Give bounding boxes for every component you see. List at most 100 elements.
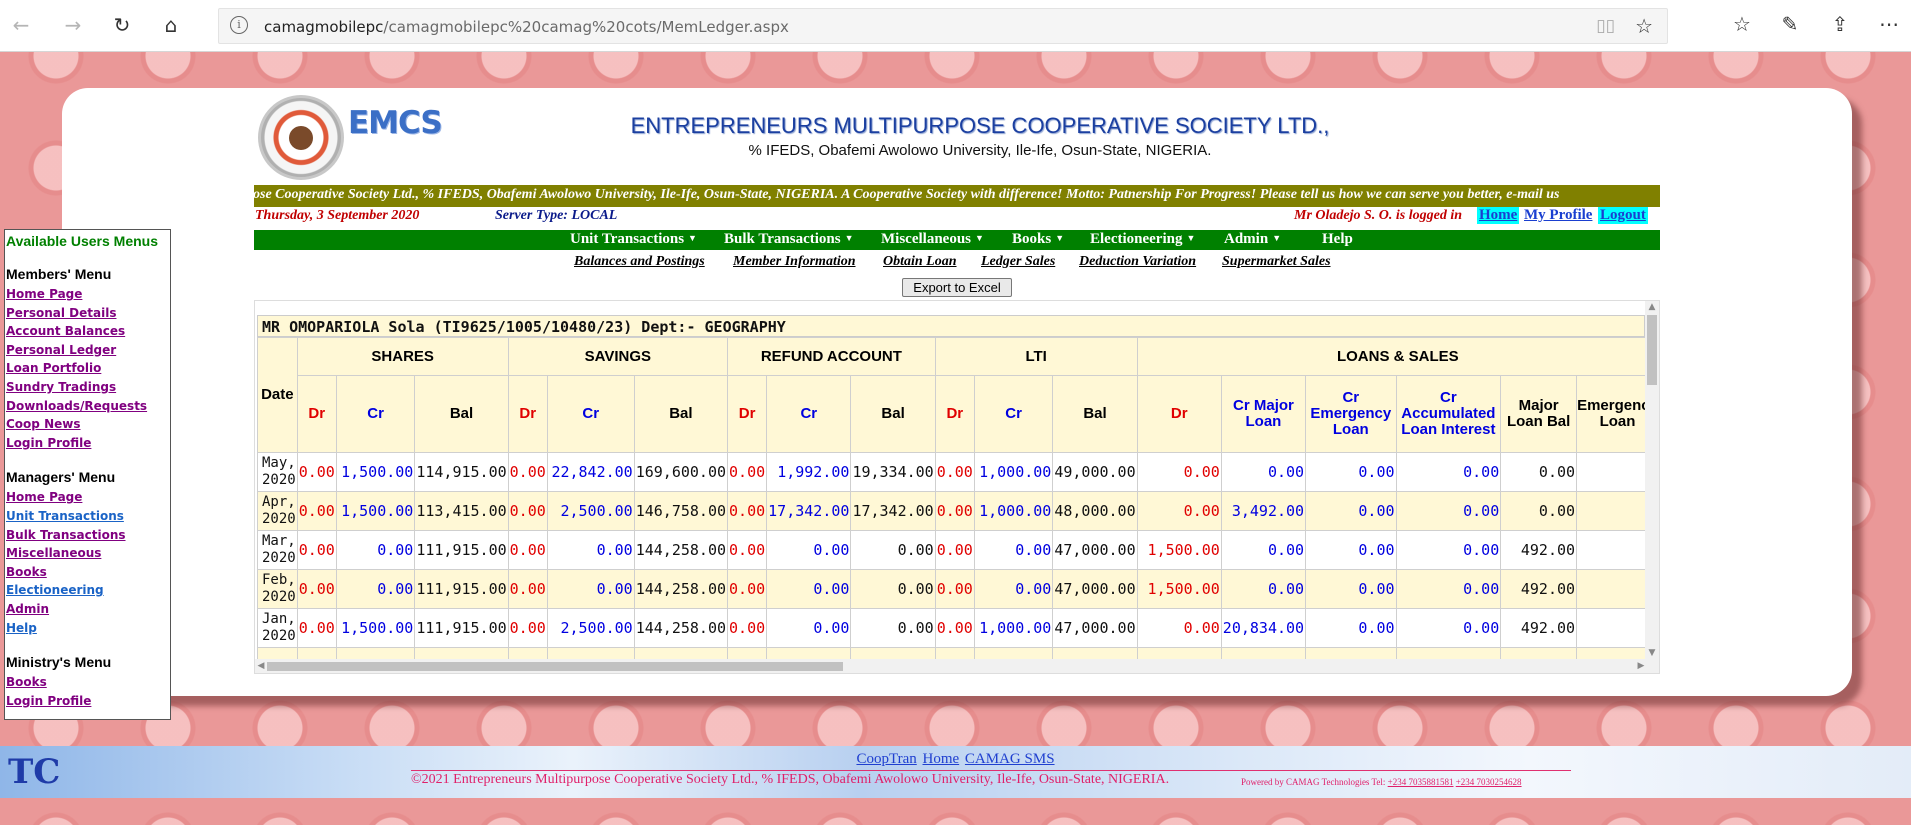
sidebar-item-login-profile[interactable]: Login Profile (6, 692, 169, 711)
date-month: Apr, (261, 494, 296, 510)
menu-label: Help (1322, 231, 1353, 247)
col-savings-cr: Cr (546, 375, 635, 453)
sidebar-item-coop-news[interactable]: Coop News (6, 415, 169, 434)
more-icon[interactable]: ⋯ (1876, 12, 1902, 36)
cell-shares-dr: 0.00 (296, 569, 337, 609)
scroll-left-icon[interactable]: ◀ (255, 659, 267, 673)
menu-admin[interactable]: Admin ▼ (1224, 231, 1281, 248)
cell-savings-cr: 0.00 (546, 569, 635, 609)
sidebar-item-login-profile[interactable]: Login Profile (6, 434, 169, 453)
url-text[interactable]: camagmobilepc/camagmobilepc%20camag%20co… (264, 18, 789, 36)
link-supermarket-sales[interactable]: Supermarket Sales (1222, 254, 1331, 270)
my-profile-link[interactable]: My Profile (1522, 207, 1594, 224)
back-icon[interactable]: ← (8, 12, 34, 38)
col-major-loan-bal: Major Loan Bal (1500, 375, 1578, 453)
group-loans-sales: LOANS & SALES (1136, 337, 1659, 376)
footer-link-home[interactable]: Home (923, 751, 960, 767)
sidebar-item-personal-ledger[interactable]: Personal Ledger (6, 341, 169, 360)
url-host: camagmobilepc (264, 18, 384, 36)
sidebar-item-home-page[interactable]: Home Page (6, 488, 169, 507)
sidebar-item-home-page[interactable]: Home Page (6, 285, 169, 304)
cell-date: Apr, 2020 (257, 491, 298, 531)
cell-date: Mar, 2020 (257, 530, 298, 570)
export-excel-button[interactable]: Export to Excel (902, 278, 1012, 297)
sidebar-item-help[interactable]: Help (6, 619, 169, 638)
footer-link-camag-sms[interactable]: CAMAG SMS (965, 751, 1055, 767)
scroll-up-icon[interactable]: ▲ (1645, 301, 1659, 313)
sidebar-item-admin[interactable]: Admin (6, 600, 169, 619)
marquee-banner: pose Cooperative Society Ltd., % IFEDS, … (254, 185, 1660, 207)
cell-cr-accumulated-interest: 0.00 (1395, 452, 1502, 492)
cell-refund-cr: 0.00 (766, 530, 852, 570)
address-bar[interactable]: i camagmobilepc/camagmobilepc%20camag%20… (218, 8, 1668, 44)
info-icon[interactable]: i (230, 16, 248, 34)
sidebar-item-miscellaneous[interactable]: Miscellaneous (6, 544, 169, 563)
cell-refund-dr: 0.00 (727, 491, 768, 531)
sidebar-item-books[interactable]: Books (6, 563, 169, 582)
favorites-list-icon[interactable]: ☆ (1729, 12, 1755, 36)
cell-refund-bal: 0.00 (850, 608, 936, 648)
group-refund-account: REFUND ACCOUNT (727, 337, 936, 376)
link-deduction-variation[interactable]: Deduction Variation (1079, 254, 1196, 270)
sidebar-item-downloads-requests[interactable]: Downloads/Requests (6, 397, 169, 416)
sidebar-item-loan-portfolio[interactable]: Loan Portfolio (6, 359, 169, 378)
link-ledger-sales[interactable]: Ledger Sales (981, 254, 1055, 270)
cell-refund-dr: 0.00 (727, 569, 768, 609)
sidebar-item-unit-transactions[interactable]: Unit Transactions (6, 507, 169, 526)
cell-cr-accumulated-interest: 0.00 (1395, 608, 1502, 648)
menu-label: Electioneering (1090, 231, 1183, 247)
ledger-panel[interactable]: MR OMOPARIOLA Sola (TI9625/1005/10480/23… (254, 300, 1660, 674)
link-balances-postings[interactable]: Balances and Postings (574, 254, 705, 270)
menu-unit-transactions[interactable]: Unit Transactions ▼ (570, 231, 697, 248)
cell-shares-cr: 1,500.00 (335, 491, 416, 531)
cell-savings-dr: 0.00 (507, 491, 548, 531)
emcs-logo: EMCS (258, 95, 444, 180)
cell-savings-cr: 0.00 (546, 530, 635, 570)
vertical-scrollbar[interactable]: ▲ ▼ (1645, 301, 1659, 659)
phone-link[interactable]: +234 7030254628 (1456, 777, 1522, 787)
sidebar-item-sundry-tradings[interactable]: Sundry Tradings (6, 378, 169, 397)
sidebar-item-electioneering[interactable]: Electioneering (6, 581, 169, 600)
cell-cr-accumulated-interest: 0.00 (1395, 530, 1502, 570)
menu-help[interactable]: Help (1322, 231, 1353, 248)
phone-link[interactable]: +234 7035881581 (1388, 777, 1454, 787)
sidebar-item-bulk-transactions[interactable]: Bulk Transactions (6, 526, 169, 545)
col-refund-dr: Dr (727, 375, 768, 453)
cell-savings-bal: 144,258.00 (633, 569, 729, 609)
sidebar-item-books[interactable]: Books (6, 673, 169, 692)
cell-shares-bal: 111,915.00 (414, 530, 509, 570)
share-icon[interactable]: ⇪ (1827, 12, 1853, 36)
scroll-right-icon[interactable]: ▶ (1635, 659, 1647, 673)
link-obtain-loan[interactable]: Obtain Loan (883, 254, 957, 270)
date-year: 2020 (261, 550, 296, 566)
marquee-text: pose Cooperative Society Ltd., % IFEDS, … (254, 187, 1560, 202)
cell-loans-dr: 0.00 (1136, 452, 1222, 492)
sidebar-item-account-balances[interactable]: Account Balances (6, 322, 169, 341)
forward-icon[interactable]: → (60, 12, 86, 38)
menu-miscellaneous[interactable]: Miscellaneous ▼ (881, 231, 984, 248)
scroll-thumb[interactable] (267, 662, 843, 671)
scroll-thumb[interactable] (1647, 315, 1657, 385)
link-member-information[interactable]: Member Information (733, 254, 856, 270)
cell-savings-dr: 0.00 (507, 608, 548, 648)
logout-link[interactable]: Logout (1598, 207, 1648, 224)
cell-cr-major-loan: 0.00 (1220, 569, 1307, 609)
home-link[interactable]: Home (1477, 207, 1520, 224)
footer-link-cooptran[interactable]: CoopTran (856, 751, 916, 767)
favorite-star-icon[interactable]: ☆ (1635, 14, 1653, 38)
table-row: Apr, 2020 0.00 1,500.00 113,415.00 0.00 2,500.… (257, 491, 1659, 531)
org-title: ENTREPRENEURS MULTIPURPOSE COOPERATIVE S… (630, 113, 1330, 138)
menu-electioneering[interactable]: Electioneering ▼ (1090, 231, 1195, 248)
reading-view-icon[interactable]: ▯▯ (1596, 16, 1615, 36)
menu-books[interactable]: Books ▼ (1012, 231, 1064, 248)
pen-icon[interactable]: ✎ (1777, 12, 1803, 36)
cell-shares-bal: 114,915.00 (414, 452, 509, 492)
col-lti-cr: Cr (973, 375, 1054, 453)
menu-bulk-transactions[interactable]: Bulk Transactions ▼ (724, 231, 854, 248)
horizontal-scrollbar[interactable]: ◀ ▶ (255, 659, 1659, 673)
sidebar-item-personal-details[interactable]: Personal Details (6, 304, 169, 323)
refresh-icon[interactable]: ↻ (109, 12, 135, 38)
home-icon[interactable]: ⌂ (158, 12, 184, 38)
scroll-down-icon[interactable]: ▼ (1645, 647, 1659, 659)
col-shares-cr: Cr (335, 375, 416, 453)
